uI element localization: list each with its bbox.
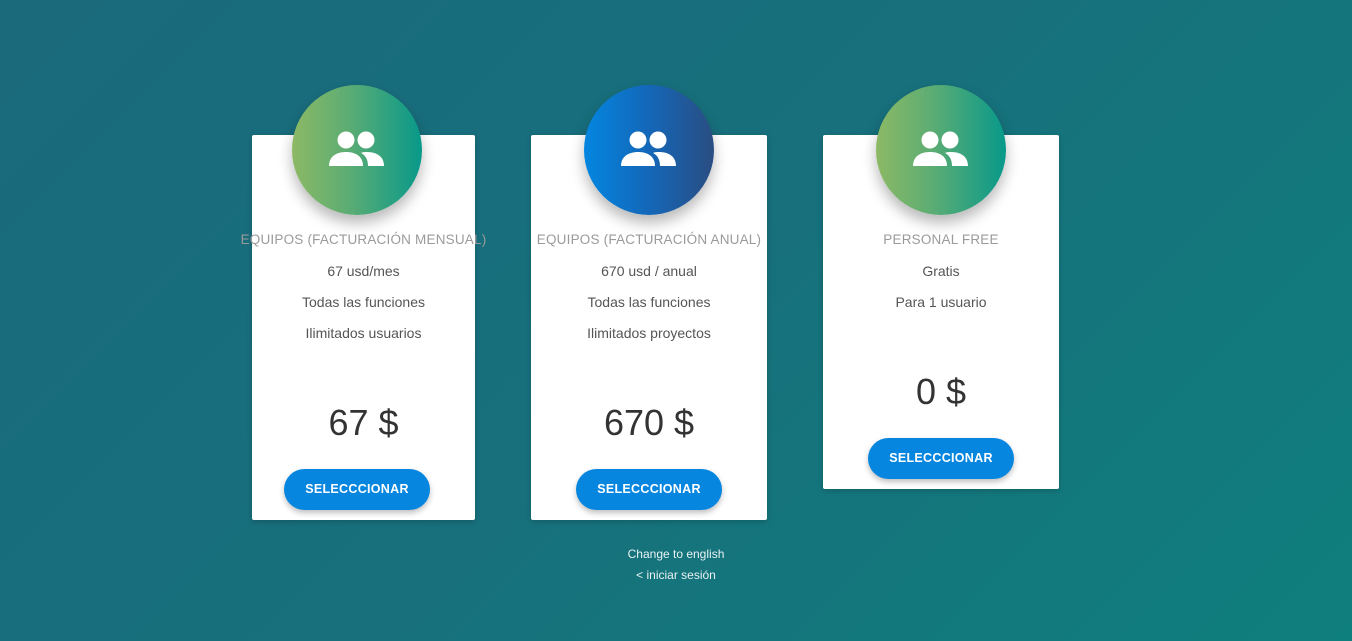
group-icon — [913, 131, 968, 166]
plan-badge — [584, 85, 714, 215]
login-link[interactable]: < iniciar sesión — [0, 568, 1352, 582]
plan-price: 67 $ — [328, 402, 399, 443]
select-plan-button[interactable]: SELECCCIONAR — [576, 469, 722, 510]
plan-feature: 670 usd / anual — [601, 263, 697, 279]
group-icon — [621, 131, 676, 166]
plan-feature: Todas las funciones — [302, 294, 425, 310]
plan-price: 0 $ — [915, 371, 967, 412]
plan-price: 670 $ — [603, 402, 695, 443]
plan-feature: Ilimitados proyectos — [587, 325, 711, 341]
change-language-link[interactable]: Change to english — [0, 547, 1352, 561]
select-plan-button[interactable]: SELECCCIONAR — [284, 469, 430, 510]
group-icon — [329, 131, 384, 166]
plan-badge — [292, 85, 422, 215]
plan-feature: Todas las funciones — [587, 294, 711, 310]
plan-feature: 67 usd/mes — [327, 263, 400, 279]
plan-title: EQUIPOS (FACTURACIÓN MENSUAL) — [240, 232, 487, 247]
plan-feature: Gratis — [922, 263, 960, 279]
plan-badge — [876, 85, 1006, 215]
select-plan-button[interactable]: SELECCCIONAR — [868, 438, 1014, 479]
plan-feature: Ilimitados usuarios — [305, 325, 422, 341]
plan-feature: Para 1 usuario — [895, 294, 987, 310]
plan-title: EQUIPOS (FACTURACIÓN ANUAL) — [536, 232, 762, 247]
plan-title: PERSONAL FREE — [883, 232, 999, 247]
